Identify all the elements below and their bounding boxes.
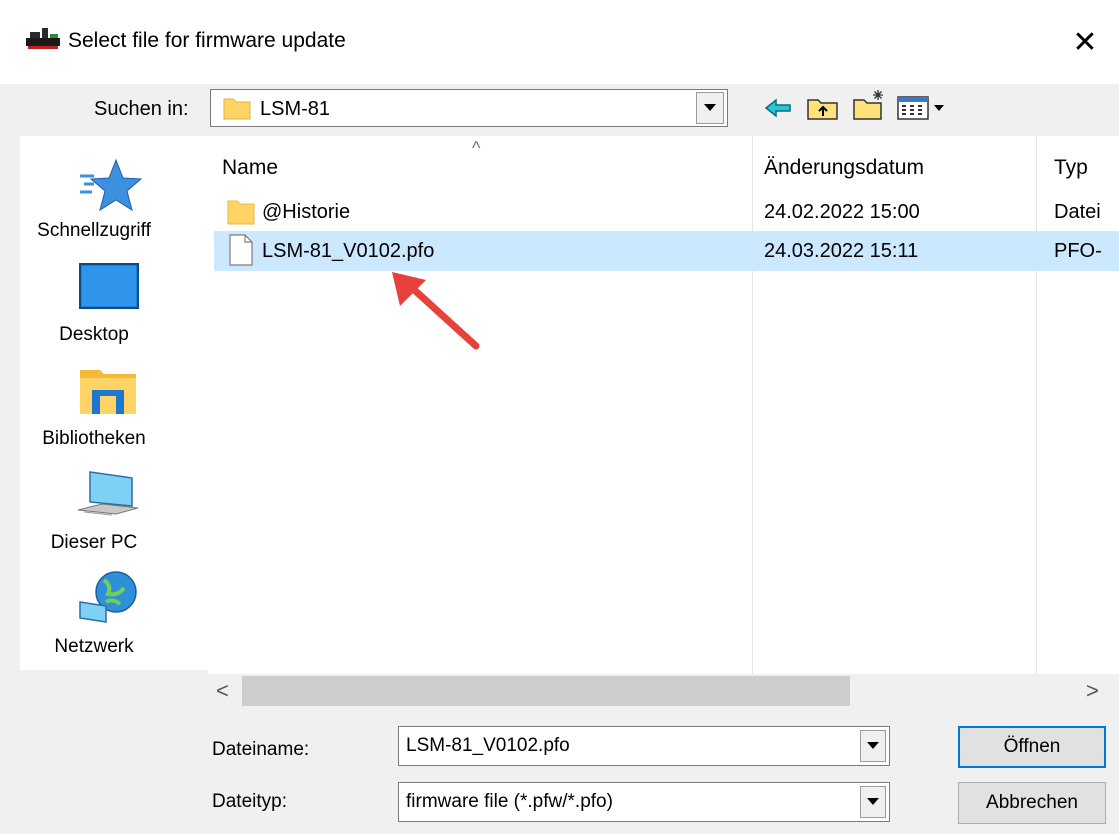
filetype-value: firmware file (*.pfw/*.pfo) <box>406 791 613 812</box>
scroll-right-icon[interactable]: > <box>1086 678 1099 704</box>
sidebar-item-label: Bibliotheken <box>42 428 146 449</box>
app-icon <box>26 28 60 49</box>
view-menu-icon[interactable] <box>896 94 950 122</box>
file-name: LSM-81_V0102.pfo <box>262 240 435 262</box>
up-folder-icon[interactable] <box>806 92 840 122</box>
file-date: 24.03.2022 15:11 <box>764 240 919 262</box>
cancel-button[interactable]: Abbrechen <box>958 782 1106 824</box>
chevron-down-icon <box>867 742 879 749</box>
sidebar-item-label: Schnellzugriff <box>37 220 151 241</box>
close-button[interactable]: ✕ <box>1060 18 1110 66</box>
computer-icon <box>77 471 139 516</box>
sidebar-item-label: Desktop <box>59 324 129 345</box>
scroll-left-icon[interactable]: < <box>216 678 229 704</box>
sort-indicator-icon: ^ <box>472 138 481 158</box>
sidebar-item-label: Dieser PC <box>50 532 138 553</box>
network-icon <box>79 571 137 623</box>
sidebar-item-this-pc[interactable]: Dieser PC <box>0 532 188 554</box>
column-header-name[interactable]: Name <box>222 154 278 182</box>
lookin-dropdown-button[interactable] <box>696 92 724 124</box>
sidebar-item-label: Netzwerk <box>54 636 134 657</box>
file-type: PFO- <box>1054 240 1102 262</box>
filetype-dropdown-button[interactable] <box>860 786 886 818</box>
filetype-label: Dateityp: <box>212 791 287 812</box>
chevron-down-icon <box>704 104 716 111</box>
dialog-title: Select file for firmware update <box>68 29 346 52</box>
quick-access-star-icon <box>80 158 142 212</box>
open-button[interactable]: Öffnen <box>958 726 1106 768</box>
folder-icon <box>223 98 251 120</box>
chevron-down-icon <box>867 798 879 805</box>
filename-value: LSM-81_V0102.pfo <box>406 735 570 756</box>
filename-label: Dateiname: <box>212 739 310 760</box>
sidebar-item-libraries[interactable]: Bibliotheken <box>0 428 188 450</box>
back-icon[interactable] <box>764 96 794 120</box>
column-header-type[interactable]: Typ <box>1054 154 1088 182</box>
libraries-icon <box>80 370 136 414</box>
desktop-icon <box>79 263 139 309</box>
close-icon: ✕ <box>1072 25 1098 59</box>
sidebar-item-desktop[interactable]: Desktop <box>0 324 188 346</box>
file-icon <box>229 234 253 266</box>
column-header-date[interactable]: Änderungsdatum <box>764 154 924 182</box>
annotation-arrow-icon <box>392 272 480 350</box>
file-date: 24.02.2022 15:00 <box>764 201 920 223</box>
sidebar-item-quick-access[interactable]: Schnellzugriff <box>0 220 188 242</box>
folder-icon <box>227 200 255 225</box>
lookin-label: Suchen in: <box>94 98 189 120</box>
filename-dropdown-button[interactable] <box>860 730 886 762</box>
new-folder-icon[interactable] <box>852 88 886 122</box>
file-name: @Historie <box>262 201 351 223</box>
sidebar-item-network[interactable]: Netzwerk <box>0 636 188 658</box>
scrollbar-thumb[interactable] <box>242 676 850 706</box>
lookin-value: LSM-81 <box>260 98 331 120</box>
file-type: Datei <box>1054 201 1101 223</box>
